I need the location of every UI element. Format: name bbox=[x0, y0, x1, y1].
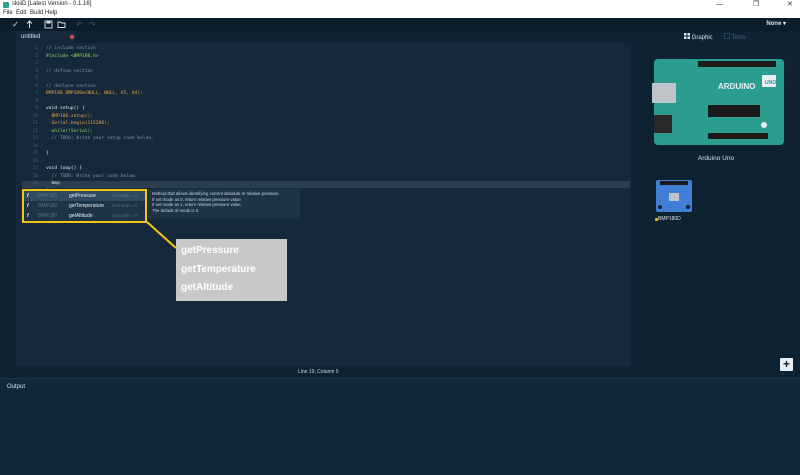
callout-item: getPressure bbox=[181, 245, 239, 256]
arduino-uno-board[interactable]: ARDUINO UNO bbox=[652, 55, 786, 147]
tab-texts-label: Texts bbox=[731, 35, 746, 41]
text-icon bbox=[723, 32, 731, 40]
cursor-position: Line 19, Column 5 bbox=[298, 369, 339, 375]
output-label: Output bbox=[7, 384, 26, 390]
board-logo-text: ARDUINO bbox=[718, 82, 755, 91]
tab-texts[interactable]: Texts bbox=[723, 32, 746, 41]
tab-graphic-label: Graphic bbox=[691, 35, 713, 41]
callout-item: getAltitude bbox=[181, 282, 234, 293]
callout-box: getPressure getTemperature getAltitude bbox=[176, 239, 287, 301]
board-model-text: UNO bbox=[765, 80, 776, 86]
bmp180-module[interactable] bbox=[655, 179, 693, 213]
right-panel: Graphic Texts ARDUINO UNO Arduino Uno BM… bbox=[632, 31, 800, 378]
callout-item: getTemperature bbox=[181, 264, 256, 275]
board-name: Arduino Uno bbox=[697, 155, 735, 162]
module-name: BMP180D bbox=[658, 216, 681, 222]
tab-graphic[interactable]: Graphic bbox=[684, 33, 713, 41]
add-component-button[interactable]: + bbox=[780, 358, 793, 371]
grid-icon bbox=[684, 33, 690, 39]
output-panel: Output bbox=[0, 378, 800, 475]
